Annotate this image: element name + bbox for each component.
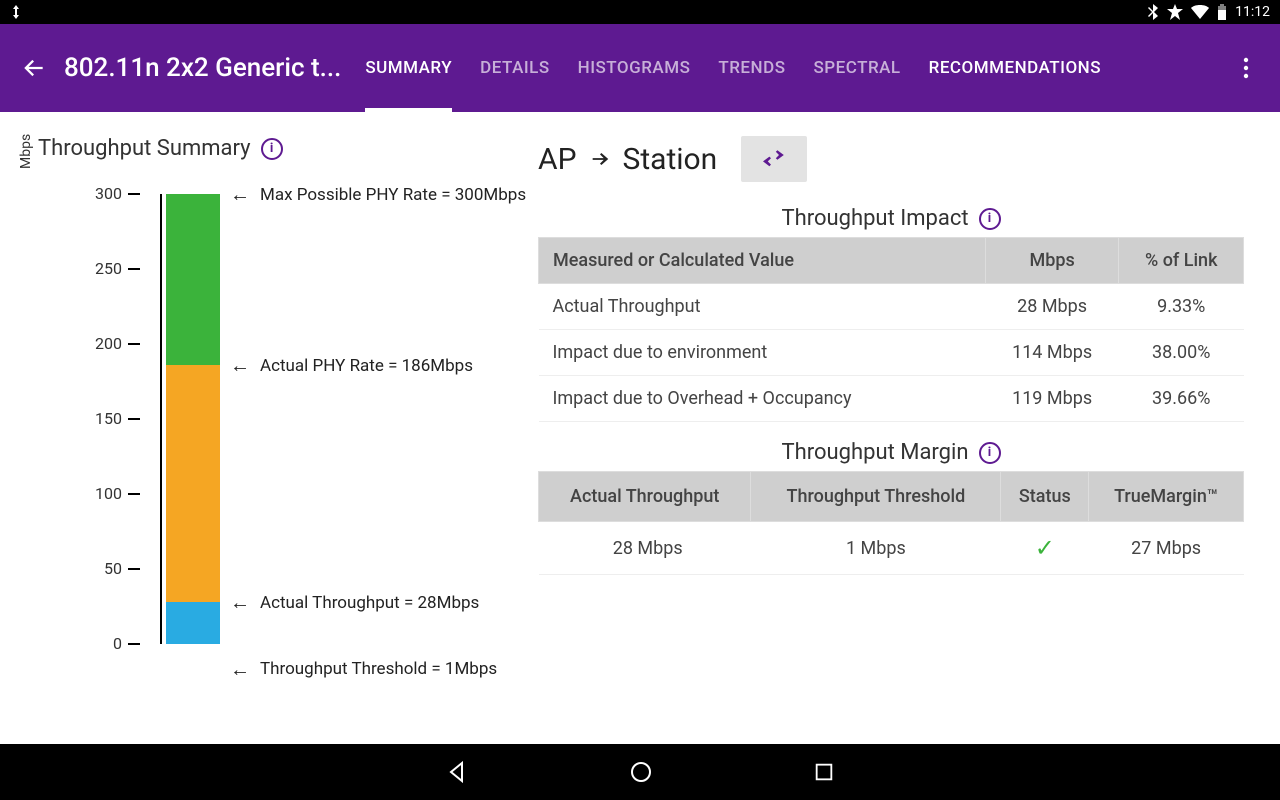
info-icon[interactable]: i xyxy=(979,208,1001,230)
margin-table: Actual Throughput Throughput Threshold S… xyxy=(538,471,1244,575)
margin-col-status: Status xyxy=(1001,472,1089,522)
info-icon[interactable]: i xyxy=(261,138,283,160)
overflow-menu-button[interactable] xyxy=(1226,57,1266,79)
nav-recent-button[interactable] xyxy=(813,761,835,783)
chart-tick: 150 xyxy=(80,409,160,428)
margin-actual: 28 Mbps xyxy=(539,522,751,575)
chart-tick: 0 xyxy=(80,634,160,653)
chart-axis xyxy=(160,194,162,644)
nav-back-button[interactable] xyxy=(445,760,469,784)
impact-table: Measured or Calculated Value Mbps % of L… xyxy=(538,237,1244,422)
table-row: Actual Throughput 28 Mbps 9.33% xyxy=(539,284,1244,330)
impact-label: Impact due to environment xyxy=(539,330,986,376)
tab-bar: SUMMARY DETAILS HISTOGRAMS TRENDS SPECTR… xyxy=(365,24,1226,112)
bluetooth-icon xyxy=(1147,4,1159,20)
chart-bar xyxy=(166,194,220,644)
tab-recommendations[interactable]: RECOMMENDATIONS xyxy=(929,24,1101,112)
wifi-icon xyxy=(1191,5,1209,19)
impact-mbps: 28 Mbps xyxy=(985,284,1119,330)
chart-segment-orange xyxy=(166,365,220,602)
throughput-margin-heading: Throughput Margin i xyxy=(538,440,1244,465)
margin-col-truemargin: TrueMargin™ xyxy=(1089,472,1244,522)
impact-mbps: 119 Mbps xyxy=(985,376,1119,422)
android-status-bar: 11:12 xyxy=(0,0,1280,24)
tab-spectral[interactable]: SPECTRAL xyxy=(814,24,901,112)
chart-annotation: ←Max Possible PHY Rate = 300Mbps xyxy=(230,182,526,207)
swap-direction-button[interactable] xyxy=(741,136,807,182)
margin-status: ✓ xyxy=(1001,522,1089,575)
margin-col-actual: Actual Throughput xyxy=(539,472,751,522)
margin-threshold: 1 Mbps xyxy=(751,522,1001,575)
tab-details[interactable]: DETAILS xyxy=(480,24,550,112)
chart-tick: 100 xyxy=(80,484,160,503)
page-title: 802.11n 2x2 Generic t... xyxy=(64,53,341,83)
chart-annotation: ←Actual PHY Rate = 186Mbps xyxy=(230,353,473,378)
margin-truemargin: 27 Mbps xyxy=(1089,522,1244,575)
direction-to: Station xyxy=(623,142,718,177)
nav-home-button[interactable] xyxy=(629,760,653,784)
back-button[interactable] xyxy=(14,48,54,88)
table-row: Impact due to environment 114 Mbps 38.00… xyxy=(539,330,1244,376)
impact-pct: 9.33% xyxy=(1119,284,1244,330)
chart-annotation: ←Actual Throughput = 28Mbps xyxy=(230,590,479,615)
tab-trends[interactable]: TRENDS xyxy=(718,24,785,112)
app-bar: 802.11n 2x2 Generic t... SUMMARY DETAILS… xyxy=(0,24,1280,112)
impact-col-label: Measured or Calculated Value xyxy=(539,238,986,284)
check-icon: ✓ xyxy=(1035,534,1055,562)
tab-histograms[interactable]: HISTOGRAMS xyxy=(578,24,691,112)
arrow-left-icon: ← xyxy=(230,590,250,615)
chart-y-axis-label: Mbps xyxy=(18,134,34,169)
impact-col-pct: % of Link xyxy=(1119,238,1244,284)
chart-segment-blue xyxy=(166,602,220,644)
impact-col-mbps: Mbps xyxy=(985,238,1119,284)
battery-icon xyxy=(1217,4,1227,20)
star-icon xyxy=(1167,4,1183,20)
throughput-impact-heading: Throughput Impact i xyxy=(538,206,1244,231)
arrow-left-icon: ← xyxy=(230,182,250,207)
chart-annotation: ←Throughput Threshold = 1Mbps xyxy=(230,657,497,682)
impact-pct: 39.66% xyxy=(1119,376,1244,422)
impact-label: Actual Throughput xyxy=(539,284,986,330)
table-row: Impact due to Overhead + Occupancy 119 M… xyxy=(539,376,1244,422)
impact-pct: 38.00% xyxy=(1119,330,1244,376)
usb-icon xyxy=(10,5,22,19)
chart-tick: 300 xyxy=(80,184,160,203)
info-icon[interactable]: i xyxy=(979,442,1001,464)
chart-tick: 50 xyxy=(80,559,160,578)
tab-summary[interactable]: SUMMARY xyxy=(365,24,452,112)
direction-label: AP Station xyxy=(538,142,717,177)
chart-segment-green xyxy=(166,194,220,365)
status-time: 11:12 xyxy=(1235,4,1270,20)
chart-tick: 250 xyxy=(80,259,160,278)
impact-mbps: 114 Mbps xyxy=(985,330,1119,376)
arrow-right-icon xyxy=(587,148,613,170)
table-row: 28 Mbps 1 Mbps ✓ 27 Mbps xyxy=(539,522,1244,575)
arrow-left-icon: ← xyxy=(230,353,250,378)
impact-label: Impact due to Overhead + Occupancy xyxy=(539,376,986,422)
arrow-left-icon: ← xyxy=(230,657,250,682)
direction-from: AP xyxy=(538,142,577,177)
throughput-summary-heading: Throughput Summary i xyxy=(38,136,518,161)
android-nav-bar xyxy=(0,744,1280,800)
margin-col-threshold: Throughput Threshold xyxy=(751,472,1001,522)
throughput-summary-label: Throughput Summary xyxy=(38,136,251,161)
chart-tick: 200 xyxy=(80,334,160,353)
